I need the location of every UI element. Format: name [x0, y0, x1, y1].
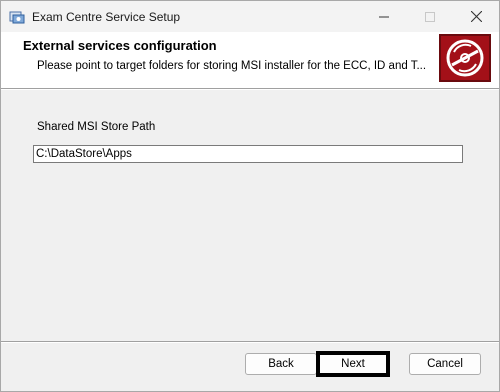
back-button[interactable]: Back [245, 353, 317, 375]
header-banner: External services configuration Please p… [1, 32, 499, 88]
installer-icon [9, 9, 25, 25]
close-button[interactable] [453, 1, 499, 32]
disc-logo-icon [439, 34, 491, 82]
store-path-label: Shared MSI Store Path [37, 121, 156, 133]
minimize-icon [379, 16, 389, 17]
window-title: Exam Centre Service Setup [32, 10, 181, 24]
next-button[interactable]: Next [316, 351, 390, 377]
maximize-icon [425, 11, 435, 22]
title-bar[interactable]: Exam Centre Service Setup [1, 1, 499, 32]
banner-description: Please point to target folders for stori… [37, 60, 427, 72]
minimize-button[interactable] [361, 1, 407, 32]
cancel-button[interactable]: Cancel [409, 353, 481, 375]
setup-window: Exam Centre Service Setup External servi… [0, 0, 500, 392]
maximize-button [407, 1, 453, 32]
close-icon [470, 11, 482, 22]
banner-title: External services configuration [23, 38, 217, 53]
store-path-input[interactable] [33, 145, 463, 163]
